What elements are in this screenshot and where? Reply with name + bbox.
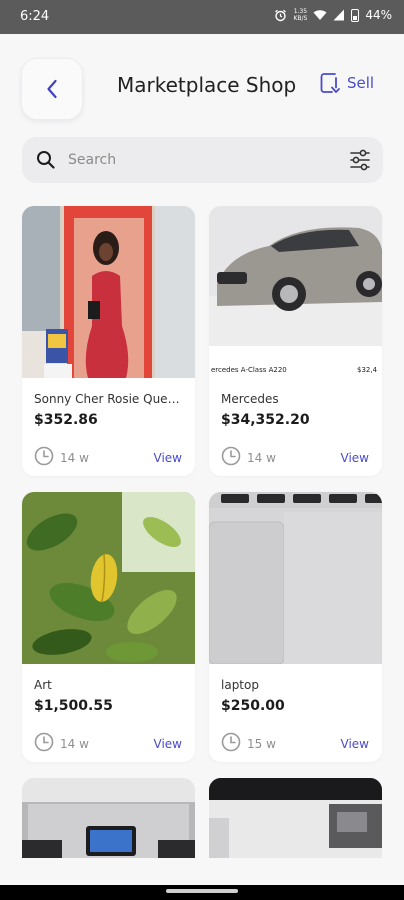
product-image-desk xyxy=(209,778,382,858)
page-title: Marketplace Shop xyxy=(117,73,297,97)
search-input[interactable] xyxy=(68,145,328,175)
product-card-partial[interactable] xyxy=(209,778,382,858)
product-price: $352.86 xyxy=(34,412,98,428)
sliders-icon[interactable] xyxy=(349,149,371,171)
clock-icon xyxy=(221,446,241,466)
product-card-partial[interactable] xyxy=(22,778,195,858)
wifi-icon xyxy=(313,10,327,20)
search-bar xyxy=(22,137,383,183)
marketplace-screen: 6:24 1.35 KB/S 44% Marketplace Shop Sell xyxy=(0,0,404,900)
product-price: $1,500.55 xyxy=(34,698,113,714)
battery-icon xyxy=(351,8,360,22)
product-age: 14 w xyxy=(60,737,89,751)
product-image-laptop xyxy=(209,492,382,664)
status-icons: 1.35 KB/S 44% xyxy=(274,8,392,22)
search-icon xyxy=(37,151,55,169)
product-card[interactable]: ercedes A-Class A220 $32,4 Mercedes $34,… xyxy=(209,206,382,476)
view-link[interactable]: View xyxy=(341,451,369,465)
status-bar: 6:24 1.35 KB/S 44% xyxy=(0,0,404,34)
clock-icon xyxy=(34,446,54,466)
product-image-car: ercedes A-Class A220 $32,4 xyxy=(209,206,382,378)
product-card[interactable]: Art $1,500.55 14 w View xyxy=(22,492,195,762)
product-age: 15 w xyxy=(247,737,276,751)
product-title: Art xyxy=(34,678,52,692)
signal-icon xyxy=(333,9,345,21)
product-price: $250.00 xyxy=(221,698,285,714)
product-price: $34,352.20 xyxy=(221,412,310,428)
car-image-caption: ercedes A-Class A220 xyxy=(211,366,287,374)
product-age: 14 w xyxy=(247,451,276,465)
back-button[interactable] xyxy=(21,58,83,120)
status-time: 6:24 xyxy=(20,9,50,24)
clock-icon xyxy=(221,732,241,752)
network-speed: 1.35 KB/S xyxy=(293,8,308,22)
product-image-leaves xyxy=(22,492,195,664)
home-indicator[interactable] xyxy=(166,889,238,893)
alarm-icon xyxy=(275,9,287,21)
sell-label: Sell xyxy=(347,74,375,92)
view-link[interactable]: View xyxy=(154,451,182,465)
product-image-doll xyxy=(22,206,195,378)
product-title: laptop xyxy=(221,678,259,692)
product-age: 14 w xyxy=(60,451,89,465)
view-link[interactable]: View xyxy=(154,737,182,751)
product-image-car-interior xyxy=(22,778,195,858)
sell-button[interactable]: Sell xyxy=(320,72,374,94)
product-title: Sonny Cher Rosie Queen... xyxy=(34,392,186,406)
chevron-left-icon xyxy=(47,79,57,99)
battery-percent: 44% xyxy=(365,8,392,22)
view-link[interactable]: View xyxy=(341,737,369,751)
sell-icon xyxy=(320,73,340,93)
clock-icon xyxy=(34,732,54,752)
product-title: Mercedes xyxy=(221,392,279,406)
product-card[interactable]: Sonny Cher Rosie Queen... $352.86 14 w V… xyxy=(22,206,195,476)
product-card[interactable]: laptop $250.00 15 w View xyxy=(209,492,382,762)
car-image-price: $32,4 xyxy=(357,366,378,374)
